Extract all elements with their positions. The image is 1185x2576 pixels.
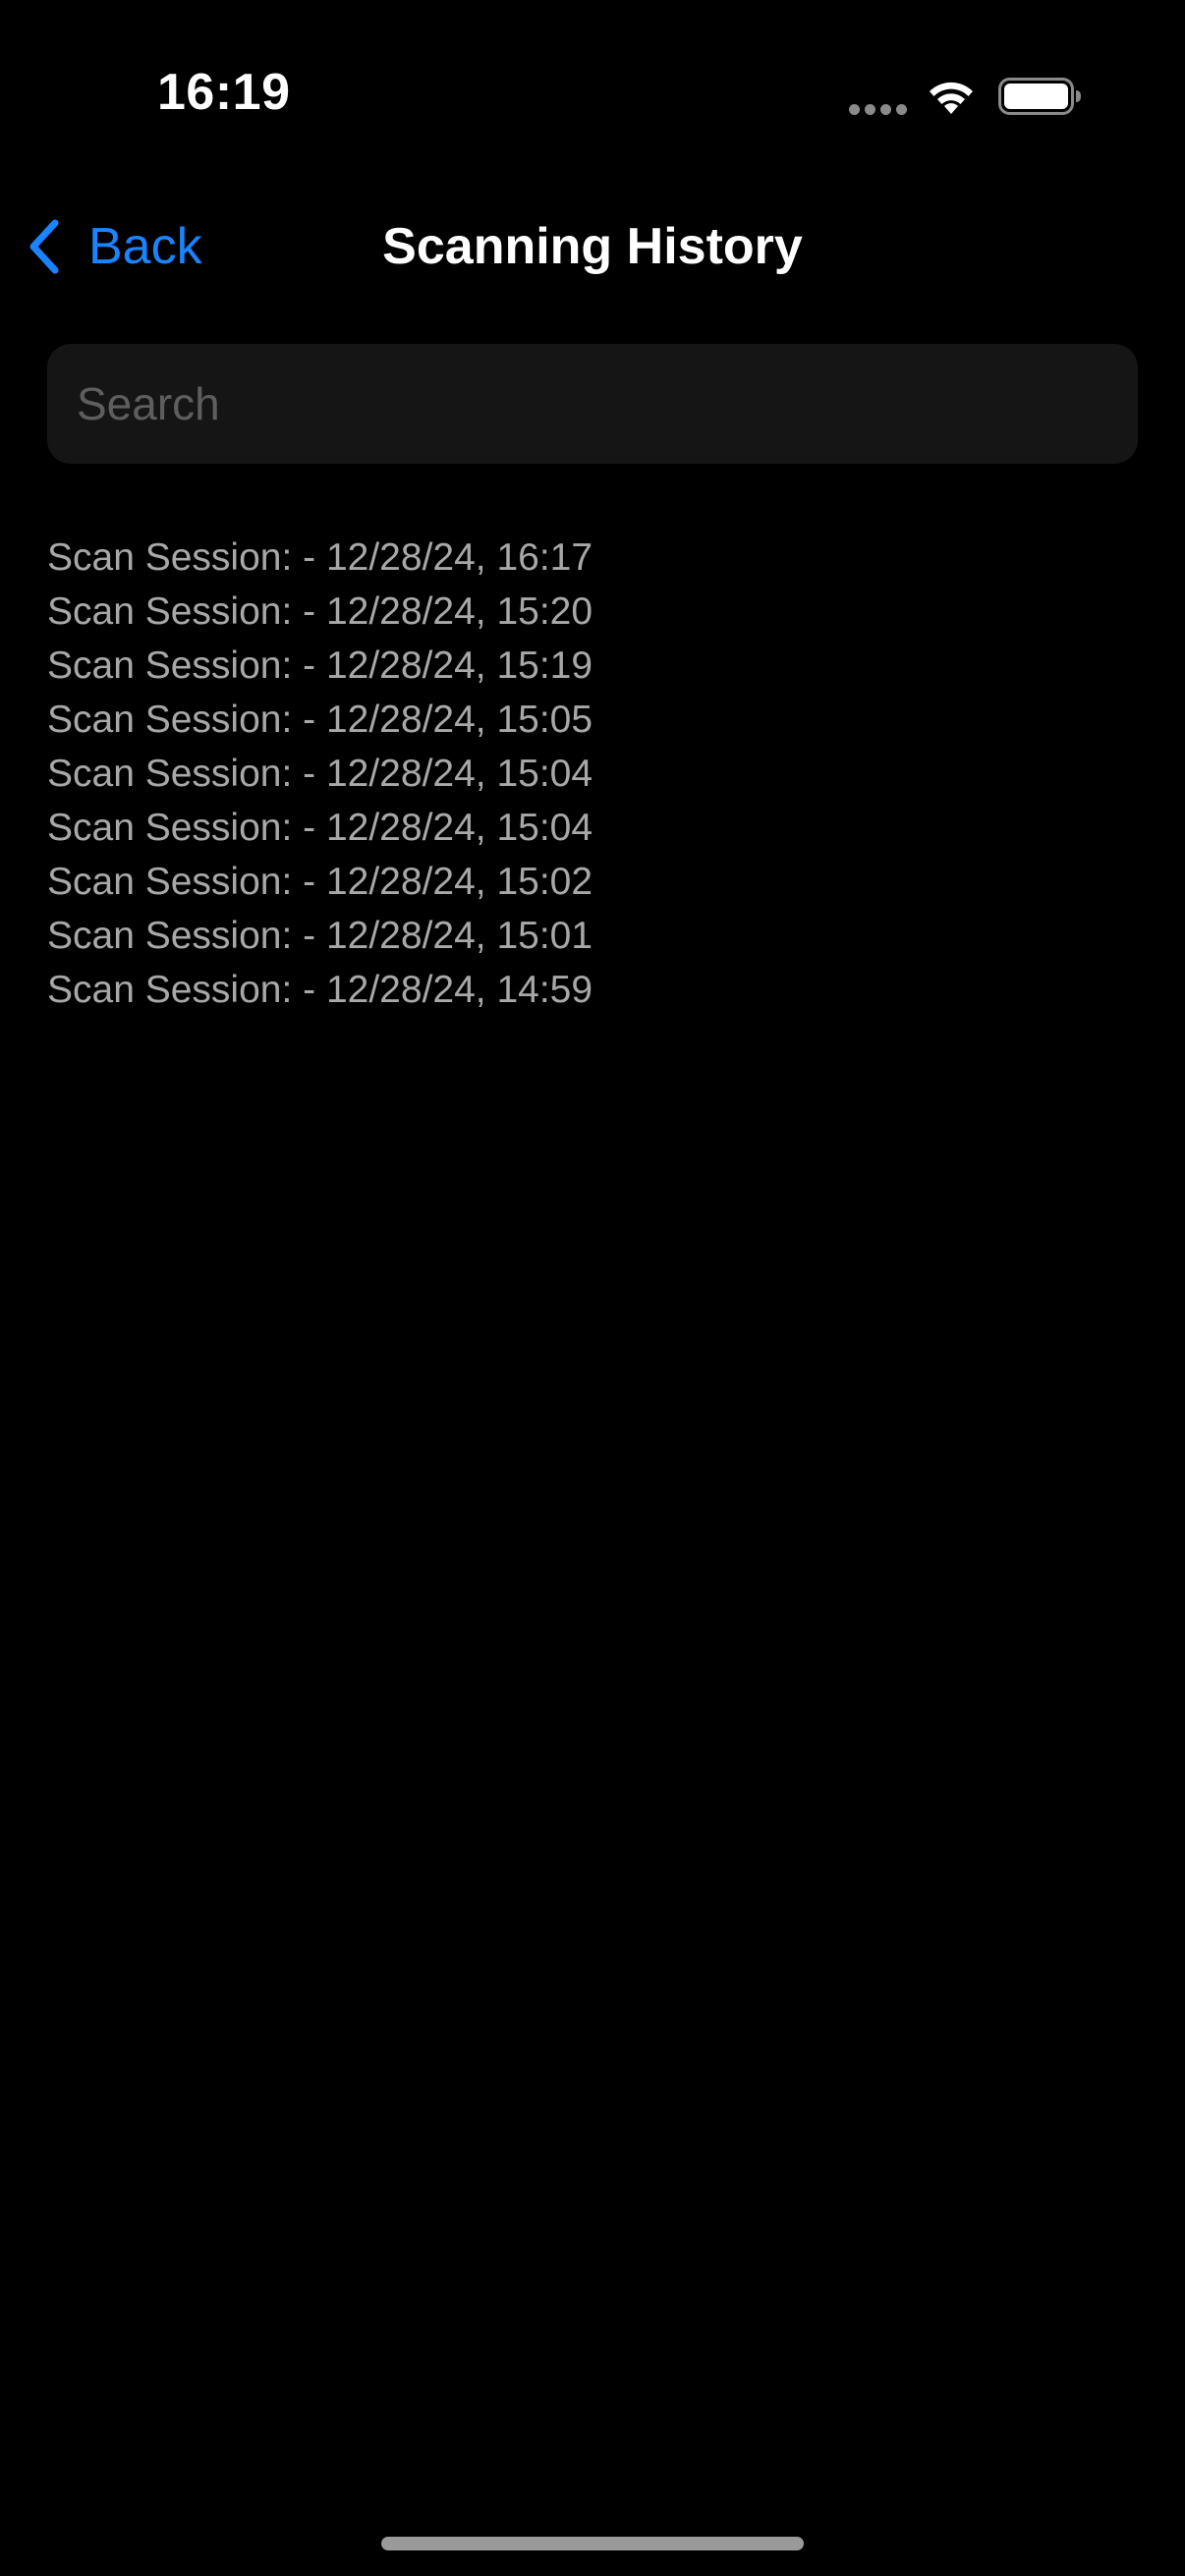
back-button-label: Back — [88, 218, 202, 275]
list-item[interactable]: Scan Session: - 12/28/24, 15:02 — [47, 855, 1138, 909]
list-item[interactable]: Scan Session: - 12/28/24, 15:19 — [47, 639, 1138, 693]
list-item[interactable]: Scan Session: - 12/28/24, 15:01 — [47, 909, 1138, 963]
list-item[interactable]: Scan Session: - 12/28/24, 15:20 — [47, 585, 1138, 639]
list-item[interactable]: Scan Session: - 12/28/24, 16:17 — [47, 531, 1138, 585]
scan-session-list: Scan Session: - 12/28/24, 16:17 Scan Ses… — [47, 531, 1138, 1017]
list-item[interactable]: Scan Session: - 12/28/24, 14:59 — [47, 963, 1138, 1017]
signal-dots-icon — [849, 104, 908, 116]
back-button[interactable]: Back — [24, 202, 202, 291]
wifi-icon — [930, 82, 973, 114]
search-field[interactable] — [47, 344, 1138, 464]
battery-icon — [998, 78, 1081, 115]
status-bar: 16:19 — [0, 0, 1185, 187]
list-item[interactable]: Scan Session: - 12/28/24, 15:05 — [47, 693, 1138, 747]
list-item[interactable]: Scan Session: - 12/28/24, 15:04 — [47, 801, 1138, 855]
list-item[interactable]: Scan Session: - 12/28/24, 15:04 — [47, 747, 1138, 801]
chevron-left-icon — [29, 219, 59, 274]
status-time: 16:19 — [157, 64, 291, 121]
navigation-bar: Scanning History Back — [0, 187, 1185, 334]
search-input[interactable] — [77, 344, 1108, 464]
home-indicator[interactable] — [381, 2537, 804, 2550]
